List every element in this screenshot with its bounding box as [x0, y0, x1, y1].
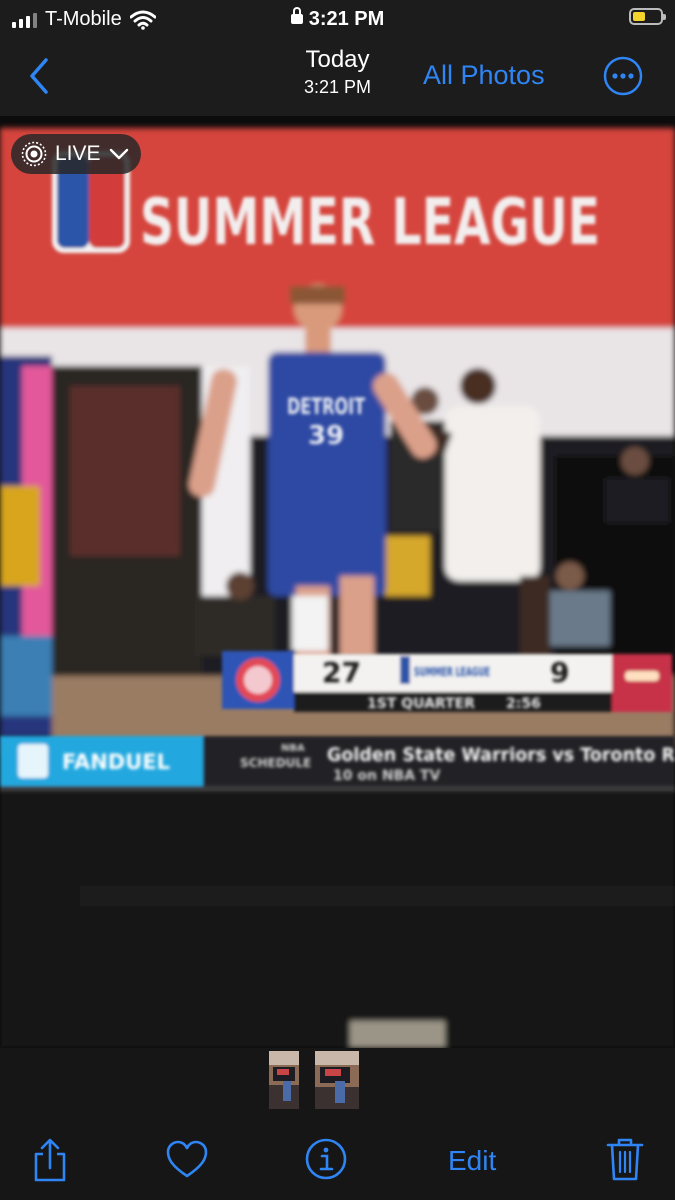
- live-label: LIVE: [55, 142, 101, 165]
- lock-icon: [290, 7, 303, 24]
- edit-button[interactable]: Edit: [448, 1145, 496, 1177]
- live-photo-icon: [21, 141, 47, 167]
- scorebug-period: 1ST QUARTER: [367, 696, 475, 712]
- ticker-headline: Golden State Warriors vs Toronto R: [327, 744, 675, 766]
- info-icon[interactable]: [305, 1138, 347, 1180]
- scorebug-away-score: 9: [550, 656, 569, 689]
- ticker-sponsor: FANDUEL: [62, 750, 170, 774]
- nav-subtitle: 3:21 PM: [303, 77, 372, 97]
- chevron-down-icon: [109, 148, 128, 160]
- scorebug-league: SUMMER LEAGUE: [414, 665, 490, 679]
- jersey-number: 39: [308, 421, 344, 451]
- share-icon[interactable]: [30, 1138, 70, 1184]
- thumbnail-previous[interactable]: [269, 1051, 299, 1109]
- ticker-subline: 10 on NBA TV: [333, 768, 440, 784]
- favorite-heart-icon[interactable]: [166, 1140, 208, 1180]
- nav-title-block: Today 3:21 PM: [0, 46, 675, 98]
- thumbnail-current[interactable]: [315, 1051, 359, 1109]
- ticker-section-line1: NBA: [281, 743, 305, 754]
- thumbnail-filmstrip: [0, 1048, 675, 1128]
- photo-viewer[interactable]: SUMMER LEAGUE DETROIT 39 27 SUMMER LEAGU…: [0, 116, 675, 1048]
- scorebug-clock: 2:56: [506, 696, 541, 712]
- trash-icon[interactable]: [605, 1136, 645, 1182]
- thumbnail-image: [269, 1051, 299, 1109]
- all-photos-button[interactable]: All Photos: [423, 60, 545, 91]
- bottom-toolbar: Edit: [0, 1128, 675, 1200]
- scorebug-home-score: 27: [322, 656, 361, 689]
- status-bar: T-Mobile 3:21 PM: [0, 0, 675, 38]
- tv-broadcast-image: SUMMER LEAGUE DETROIT 39 27 SUMMER LEAGU…: [0, 116, 675, 1048]
- navigation-bar: Today 3:21 PM All Photos: [0, 38, 675, 116]
- more-options-icon[interactable]: [603, 56, 643, 96]
- live-photo-badge[interactable]: LIVE: [11, 134, 141, 174]
- battery-icon: [629, 8, 666, 25]
- status-time: 3:21 PM: [0, 7, 675, 31]
- clock-label: 3:21 PM: [308, 8, 385, 30]
- thumbnail-image: [315, 1051, 359, 1109]
- jersey-text: DETROIT: [287, 395, 365, 420]
- ticker-section-line2: SCHEDULE: [240, 756, 311, 770]
- nav-title: Today: [305, 46, 370, 73]
- banner-text: SUMMER LEAGUE: [140, 186, 600, 260]
